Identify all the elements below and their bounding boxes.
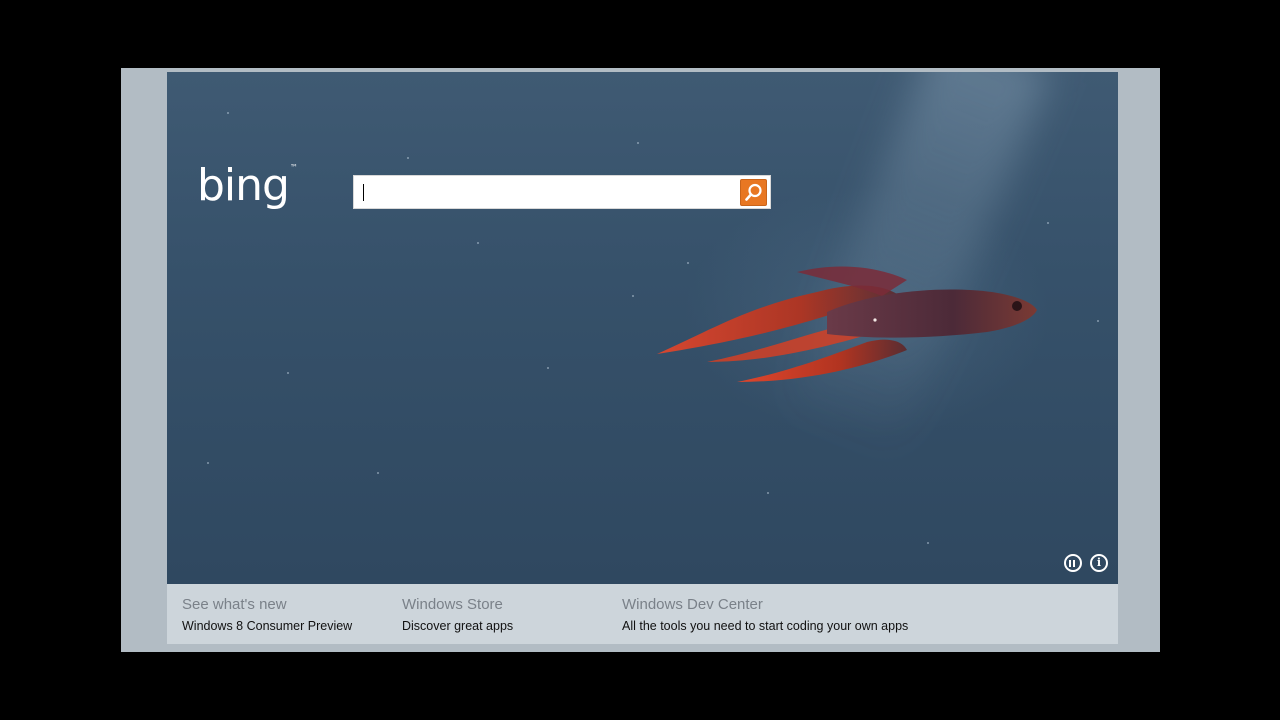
footer-link-title[interactable]: Windows Dev Center — [622, 596, 908, 613]
footer-link-subtitle[interactable]: All the tools you need to start coding y… — [622, 619, 908, 633]
footer-link-title[interactable]: See what's new — [182, 596, 352, 613]
search-input[interactable] — [360, 180, 730, 204]
media-controls: i — [1064, 554, 1108, 572]
info-icon: i — [1096, 556, 1102, 569]
bing-homepage: bing™ i See what's new Windows 8 Consume… — [167, 72, 1118, 644]
text-caret — [363, 184, 364, 201]
footer-link-subtitle[interactable]: Windows 8 Consumer Preview — [182, 619, 352, 633]
search-box[interactable] — [353, 175, 771, 209]
particle — [767, 492, 769, 494]
footer-link-windows-store[interactable]: Windows Store Discover great apps — [402, 596, 513, 633]
footer-link-dev-center[interactable]: Windows Dev Center All the tools you nee… — [622, 596, 908, 633]
particle — [1047, 222, 1049, 224]
footer-link-title[interactable]: Windows Store — [402, 596, 513, 613]
pause-icon-bar — [1073, 560, 1075, 567]
particle — [1097, 320, 1099, 322]
particle — [927, 542, 929, 544]
betta-fish-image — [657, 266, 1037, 382]
trademark-symbol: ™ — [289, 163, 298, 172]
particle — [477, 242, 479, 244]
footer: See what's new Windows 8 Consumer Previe… — [167, 584, 1118, 644]
footer-link-subtitle[interactable]: Discover great apps — [402, 619, 513, 633]
particle — [407, 157, 409, 159]
particle — [227, 112, 229, 114]
bing-logo[interactable]: bing™ — [197, 163, 298, 208]
particle — [547, 367, 549, 369]
search-button[interactable] — [740, 179, 767, 206]
particle — [287, 372, 289, 374]
hero-background: bing™ i — [167, 72, 1118, 584]
footer-link-whats-new[interactable]: See what's new Windows 8 Consumer Previe… — [182, 596, 352, 633]
search-icon — [745, 183, 762, 201]
particle — [377, 472, 379, 474]
pause-icon — [1069, 560, 1071, 567]
particle — [637, 142, 639, 144]
particle — [632, 295, 634, 297]
particle — [207, 462, 209, 464]
bing-logo-text: bing — [197, 160, 290, 211]
info-button[interactable]: i — [1090, 554, 1108, 572]
pause-button[interactable] — [1064, 554, 1082, 572]
